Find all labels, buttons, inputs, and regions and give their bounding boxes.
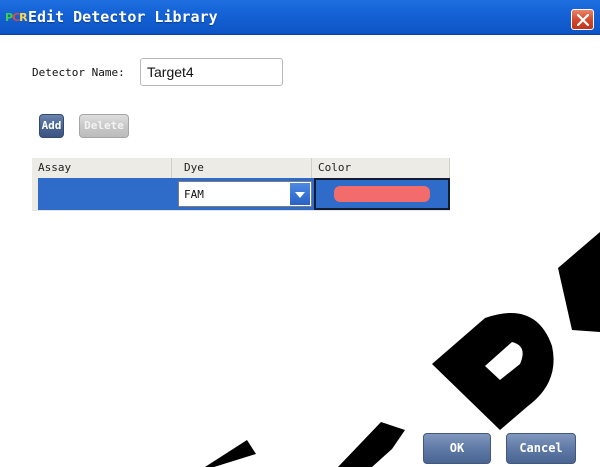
table-row[interactable]: FAM: [38, 178, 450, 210]
detector-name-input[interactable]: [140, 58, 283, 86]
color-cell[interactable]: [314, 178, 450, 210]
window-title: Edit Detector Library: [28, 8, 218, 26]
detector-name-label: Detector Name:: [32, 66, 125, 79]
watermark-letter-stroke: [205, 440, 256, 467]
title-bar: PCR Edit Detector Library: [0, 0, 600, 35]
column-header-assay[interactable]: Assay: [32, 158, 172, 178]
dropdown-arrow-button[interactable]: [290, 183, 310, 205]
detector-grid: Assay Dye Color FAM: [32, 158, 452, 212]
chevron-down-icon: [295, 192, 305, 198]
add-button[interactable]: Add: [39, 114, 64, 138]
ok-button[interactable]: OK: [423, 433, 491, 464]
watermark-letter-stroke: [558, 232, 600, 332]
app-logo-icon: PCR: [5, 11, 28, 24]
close-button[interactable]: [571, 9, 594, 30]
dye-value: FAM: [184, 188, 204, 201]
close-icon: [577, 14, 589, 26]
grid-header: Assay Dye Color: [32, 158, 450, 179]
watermark-letter-stroke: [338, 422, 405, 467]
watermark-letter-d: [432, 312, 554, 430]
delete-button: Delete: [79, 114, 129, 138]
column-header-color[interactable]: Color: [312, 158, 450, 178]
grid-divider: [32, 210, 450, 211]
cancel-button[interactable]: Cancel: [506, 433, 576, 464]
color-swatch[interactable]: [334, 186, 430, 202]
dye-dropdown[interactable]: FAM: [178, 181, 312, 207]
column-header-dye[interactable]: Dye: [178, 158, 312, 178]
